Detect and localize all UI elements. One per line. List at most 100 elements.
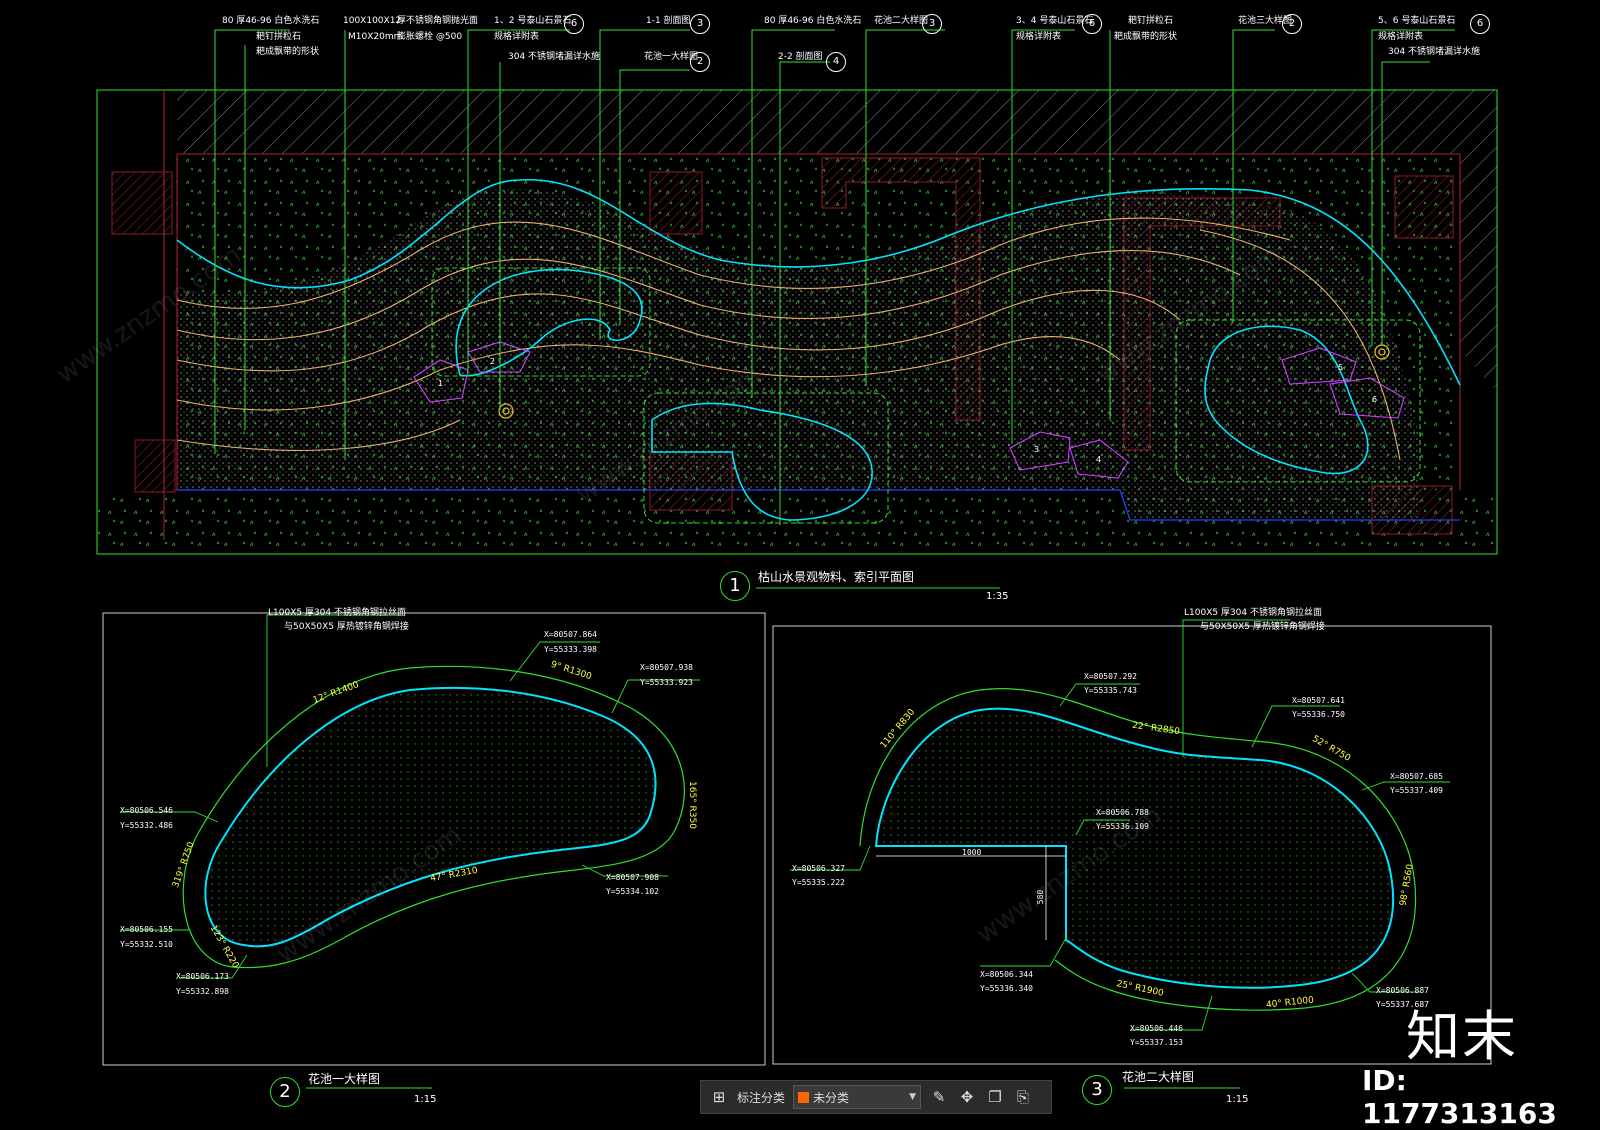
coord-x: X=80507.641 [1292,696,1345,705]
paste-icon[interactable]: ⎘ [1013,1087,1033,1107]
flower-pool-2-shape [874,707,1395,989]
coord-y: Y=55337.153 [1130,1038,1183,1047]
ref-tag: 6 [564,14,584,34]
detail-2-note-b: 与50X50X5 厚热镀锌角钢焊接 [1200,622,1325,632]
label-section-1-1: 1-1 剖面图 [646,16,691,26]
view-2-scale: 1:15 [414,1094,437,1105]
label-pool-2-ref: 花池二大样图 [874,16,929,26]
coord-y: Y=55335.743 [1084,686,1137,695]
label-stone-5-6-spec: 规格详附表 [1378,32,1424,42]
coord-y: Y=55333.923 [640,678,693,687]
label-ribbon-2: 耙成飘带的形状 [1114,32,1178,42]
column-5 [1371,485,1453,535]
coord-x: X=80507.292 [1084,672,1137,681]
stone-num-3: 3 [1034,445,1039,454]
label-ribbon-1: 耙成飘带的形状 [256,47,320,57]
coord-x: X=80507.685 [1390,772,1443,781]
coord-x: X=80507.938 [640,663,693,672]
label-stone-1-2-spec: 规格详附表 [494,32,540,42]
ref-tag: 2 [690,52,710,72]
ref-tag: 2 [1282,14,1302,34]
coord-x: X=80506.546 [120,806,173,815]
label-rake-1: 耙钉拼粒石 [256,32,302,42]
grid-apps-icon[interactable]: ⊞ [709,1087,729,1107]
label-angle-size: 100X100X12 [343,16,402,26]
stone-num-4: 4 [1096,455,1101,464]
label-section-2-2: 2-2 剖面图 [778,52,823,62]
coord-y: Y=55336.340 [980,984,1033,993]
label-stone-5-6: 5、6 号泰山石景石 [1378,16,1456,26]
ref-tag: 3 [690,14,710,34]
label-gravel-2: 80 厚46-96 白色水洗石 [764,16,862,26]
view-1-scale: 1:35 [986,591,1009,602]
coord-x: X=80506.446 [1130,1024,1183,1033]
column-1 [111,171,173,235]
move-icon[interactable]: ✥ [957,1087,977,1107]
chevron-down-icon: ▼ [909,1092,917,1102]
copy-icon[interactable]: ❐ [985,1087,1005,1107]
stone-num-1: 1 [438,379,443,388]
image-id-label: ID: 1177313163 [1362,1064,1557,1130]
label-rake-2: 耙钉拼粒石 [1128,16,1174,26]
coord-y: Y=55332.510 [120,940,173,949]
label-stone-3-4-spec: 规格详附表 [1016,32,1062,42]
label-drain-1: 304 不锈钢堵漏详水施 [508,52,601,62]
label-gravel-1: 80 厚46-96 白色水洗石 [222,16,320,26]
annotation-category-label: 标注分类 [737,1090,786,1105]
label-stone-1-2: 1、2 号泰山石景石 [494,16,572,26]
category-select[interactable]: 未分类 ▼ [793,1085,922,1109]
view-2-number: 2 [270,1077,300,1107]
ref-tag: 4 [826,52,846,72]
view-3-scale: 1:15 [1226,1094,1249,1105]
column-3 [649,171,703,235]
detail-1-note-a: L100X5 厚304 不锈钢角钢拉丝面 [268,608,406,618]
color-swatch [798,1091,810,1103]
coord-x: X=80506.344 [980,970,1033,979]
main-plan: 1 2 3 4 5 6 [96,29,1498,555]
stone-num-5: 5 [1338,363,1343,372]
column-2 [134,439,176,493]
label-bolt-size: M10X20mm [348,32,403,42]
coord-y: Y=55337.409 [1390,786,1443,795]
coord-y: Y=55333.398 [544,645,597,654]
coord-x: X=80507.864 [544,630,597,639]
coord-x: X=80507.908 [606,873,659,882]
ref-tag: 6 [1082,14,1102,34]
coord-x: X=80506.788 [1096,808,1149,817]
coord-y: Y=55336.750 [1292,710,1345,719]
coord-x: X=80506.327 [792,864,845,873]
view-3-title: 花池二大样图 [1122,1070,1195,1084]
column-4 [1394,175,1454,239]
dimension-label: 1000 [962,848,982,857]
flower-pool-1-shape [204,686,657,948]
view-1-title: 枯山水景观物料、索引平面图 [758,570,915,584]
stone-num-2: 2 [490,357,495,366]
detail-2-note-a: L100X5 厚304 不锈钢角钢拉丝面 [1184,608,1322,618]
hatched-wall-right [1460,154,1497,392]
stone-num-6: 6 [1372,395,1377,404]
coord-y: Y=55332.898 [176,987,229,996]
label-bolt: 膨胀螺栓 @500 [397,32,463,42]
arc-label: 165° R350 [686,781,697,829]
edit-icon[interactable]: ✎ [929,1087,949,1107]
detail-1-note-b: 与50X50X5 厚热镀锌角钢焊接 [284,622,409,632]
coord-x: X=80506.155 [120,925,173,934]
ref-tag: 6 [1470,14,1490,34]
coord-x: X=80506.173 [176,972,229,981]
column-6 [649,451,733,511]
label-drain-2: 304 不锈钢堵漏详水施 [1388,47,1481,57]
site-logo: 知末 [1406,1005,1518,1068]
dimension-label: 580 [1036,889,1046,905]
coord-y: Y=55336.109 [1096,822,1149,831]
hatched-wall-top [177,90,1497,154]
annotation-toolbar: ⊞ 标注分类 未分类 ▼ ✎ ✥ ❐ ⎘ [700,1080,1052,1114]
coord-y: Y=55335.222 [792,878,845,887]
coord-y: Y=55332.486 [120,821,173,830]
category-select-value: 未分类 [813,1090,850,1105]
view-1-number: 1 [720,571,750,601]
view-3-number: 3 [1082,1075,1112,1105]
label-steel-angle: 厚不锈钢角钢抛光面 [397,16,479,26]
view-2-title: 花池一大样图 [308,1072,381,1086]
ref-tag: 3 [922,14,942,34]
coord-y: Y=55334.102 [606,887,659,896]
